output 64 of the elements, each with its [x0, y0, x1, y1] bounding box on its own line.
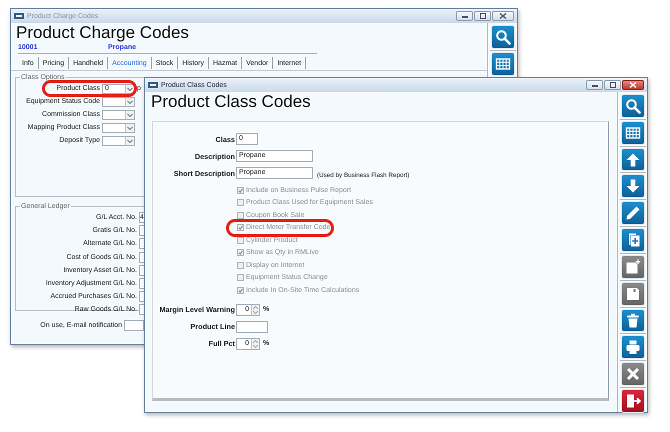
floppy-plus-icon: [624, 258, 640, 275]
text-field[interactable]: [139, 238, 144, 250]
close-icon: [499, 13, 507, 19]
search-button[interactable]: [492, 26, 514, 48]
text-field[interactable]: [124, 320, 144, 330]
spinner-arrows-icon: [252, 304, 259, 314]
floppy-icon: [624, 286, 640, 302]
text-field[interactable]: [139, 291, 144, 302]
print-button[interactable]: [622, 336, 644, 358]
maximize-button[interactable]: [474, 11, 491, 21]
check-icon: [238, 188, 243, 193]
grid-button[interactable]: [622, 122, 644, 144]
close-icon: [629, 82, 637, 88]
text-field[interactable]: [139, 225, 144, 236]
dropdown-field[interactable]: [102, 110, 135, 120]
pencil-icon: [624, 205, 640, 222]
page-heading: Product Charge Codes: [15, 23, 190, 42]
maximize-icon: [478, 13, 486, 19]
page-heading: Product Class Codes: [150, 92, 312, 112]
app-logo-icon: [148, 82, 158, 88]
caret-icon: [127, 126, 133, 130]
up-arrow-icon: [624, 152, 640, 168]
up-button[interactable]: [622, 148, 644, 170]
close-button[interactable]: [622, 80, 644, 90]
close-button[interactable]: [492, 11, 514, 21]
text-field[interactable]: [139, 304, 144, 316]
grid-icon: [624, 124, 640, 141]
check-icon: [238, 225, 243, 230]
maximize-button[interactable]: [604, 80, 621, 90]
text-field[interactable]: [139, 264, 144, 276]
dropdown-field[interactable]: [102, 122, 135, 132]
printer-icon: [624, 339, 640, 356]
caret-icon: [127, 100, 133, 104]
spinner-arrows-icon: [252, 338, 259, 348]
caret-icon: [127, 86, 133, 90]
caret-icon: [127, 138, 133, 142]
minimize-icon: [590, 82, 598, 88]
add-page-button[interactable]: [622, 229, 644, 251]
exit-door-icon: [624, 393, 640, 410]
minimize-icon: [460, 13, 468, 19]
down-arrow-icon: [624, 178, 640, 194]
delete-button[interactable]: [622, 310, 644, 332]
caret-icon: [127, 112, 133, 116]
dropdown-field[interactable]: [102, 96, 135, 106]
dropdown-field[interactable]: [102, 136, 135, 146]
check-icon: [238, 250, 243, 256]
check-icon: [238, 288, 243, 293]
down-button[interactable]: [622, 175, 644, 198]
exit-button[interactable]: [622, 390, 644, 412]
text-field[interactable]: [236, 320, 268, 332]
minimize-button[interactable]: [456, 11, 473, 21]
maximize-icon: [608, 82, 616, 88]
search-icon: [624, 98, 640, 114]
edit-button[interactable]: [622, 202, 644, 224]
minimize-button[interactable]: [586, 80, 603, 90]
trash-icon: [624, 312, 640, 329]
search-button[interactable]: [622, 95, 644, 117]
grid-icon: [494, 56, 510, 72]
grid-button[interactable]: [492, 53, 514, 75]
text-field[interactable]: [139, 252, 144, 263]
text-field[interactable]: [139, 278, 144, 290]
cancel-icon: [624, 366, 640, 382]
search-icon: [494, 29, 510, 45]
app-logo-icon: [14, 13, 24, 19]
